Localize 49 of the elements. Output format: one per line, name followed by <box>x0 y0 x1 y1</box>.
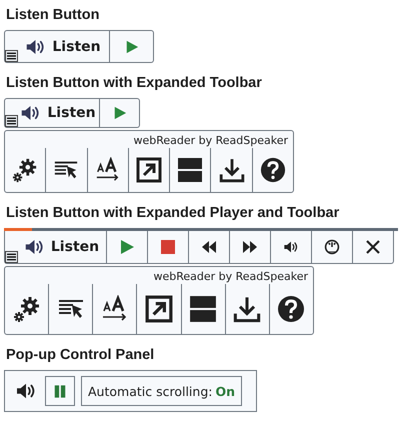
section-title: Pop-up Control Panel <box>6 347 156 363</box>
popout-icon <box>144 295 173 323</box>
play-icon <box>124 40 138 54</box>
play-button[interactable] <box>110 30 154 63</box>
brand-label: webReader by ReadSpeaker <box>132 133 289 148</box>
rewind-button[interactable] <box>189 231 230 264</box>
download-icon <box>233 295 262 323</box>
listen-button[interactable]: Listen <box>4 231 107 264</box>
pause-button[interactable] <box>45 376 75 406</box>
scrolling-toggle[interactable]: Automatic scrolling: On <box>81 376 242 406</box>
section-title: Listen Button with Expanded Toolbar <box>6 75 263 91</box>
two-bars-icon <box>177 157 204 183</box>
volume-icon <box>283 239 299 255</box>
settings-icon <box>12 157 38 183</box>
download-icon <box>218 157 245 183</box>
section-title: Listen Button <box>6 7 100 23</box>
fast-forward-icon <box>242 239 258 255</box>
speaker-icon <box>25 38 46 56</box>
play-icon <box>112 106 126 120</box>
stop-button[interactable] <box>148 231 189 264</box>
stop-icon <box>160 239 176 255</box>
speaker-icon <box>24 238 45 256</box>
menu-button[interactable] <box>5 251 18 263</box>
play-button[interactable] <box>107 231 148 264</box>
popout-icon <box>136 157 162 183</box>
gauge-icon <box>324 239 340 255</box>
speaker-icon <box>20 104 42 122</box>
brand-label: webReader by ReadSpeaker <box>152 269 309 284</box>
two-bars-icon <box>189 295 218 323</box>
settings-icon <box>12 295 41 323</box>
play-button[interactable] <box>100 98 140 128</box>
help-icon <box>277 295 306 323</box>
text-size-icon <box>94 157 121 183</box>
menu-button[interactable] <box>5 50 18 62</box>
play-icon <box>119 239 135 255</box>
close-button[interactable] <box>353 231 394 264</box>
help-icon <box>260 157 286 183</box>
forward-button[interactable] <box>230 231 271 264</box>
pause-icon <box>53 384 67 398</box>
listen-button[interactable]: Listen <box>4 98 100 128</box>
volume-icon <box>15 382 37 400</box>
rewind-icon <box>201 239 217 255</box>
section-title: Listen Button with Expanded Player and Toolbar <box>6 205 340 221</box>
close-icon <box>365 239 381 255</box>
listen-button[interactable]: Listen <box>4 30 110 63</box>
menu-button[interactable] <box>5 115 18 127</box>
text-size-icon <box>100 295 129 323</box>
speed-button[interactable] <box>312 231 353 264</box>
volume-button[interactable] <box>271 231 312 264</box>
